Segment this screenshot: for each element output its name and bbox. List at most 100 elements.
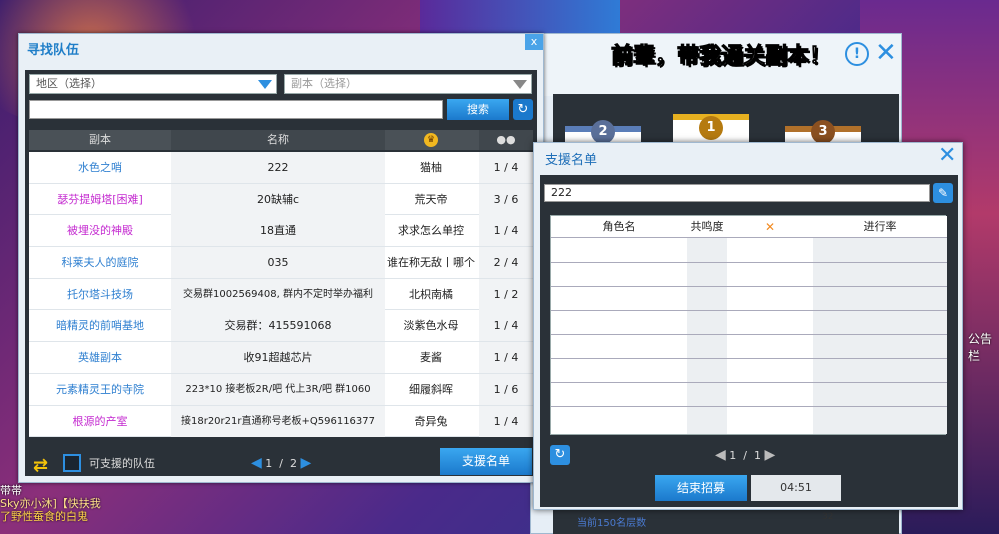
close-button[interactable]: x <box>525 34 543 50</box>
page-current: 1 <box>729 449 737 462</box>
supportable-checkbox[interactable] <box>63 454 81 472</box>
column-header-role: 角色名 <box>602 220 636 233</box>
rank-floor-value: 32 <box>822 512 834 522</box>
supportable-label: 可支援的队伍 <box>89 457 155 470</box>
team-name-cell: 收91超越芯片 <box>171 342 385 374</box>
region-dropdown[interactable]: 地区（选择） <box>29 74 277 94</box>
support-table: 角色名 共鸣度 ✕ 进行率 <box>550 215 947 435</box>
dungeon-cell: 托尔塔斗技场 <box>67 287 133 301</box>
support-list-window: 支援名单 ✕ 222 ✎ 角色名 共鸣度 ✕ 进行率 ↻ ◀ 1 / 1 ▶ 结… <box>533 142 963 510</box>
table-row[interactable]: 元素精灵王的寺院 223*10 接老板2R/吧 代上3R/吧 群1060 细履斜… <box>29 373 533 406</box>
end-recruit-button[interactable]: 结束招募 <box>655 475 747 501</box>
countdown-timer: 04:51 <box>751 475 841 501</box>
team-name-cell: 222 <box>171 152 385 183</box>
member-count-cell: 1 / 6 <box>479 373 533 405</box>
member-count-cell: 1 / 4 <box>479 310 533 342</box>
dungeon-cell: 水色之哨 <box>78 161 122 174</box>
column-band <box>687 238 727 434</box>
member-count-cell: 1 / 4 <box>479 215 533 247</box>
team-name-cell: 18直通 <box>171 215 385 247</box>
support-list-button[interactable]: 支援名单 <box>440 448 532 475</box>
leader-cell: 猫柚 <box>420 161 442 174</box>
prev-page-icon[interactable]: ◀ <box>251 455 262 471</box>
prev-page-icon[interactable]: ◀ <box>715 447 726 463</box>
chat-log: 带帯 Sky亦小沐]【快扶我 了野性蚕食的白鬼 <box>0 484 101 523</box>
search-input[interactable] <box>29 100 443 119</box>
team-name-cell: 035 <box>171 247 385 279</box>
team-name-cell: 交易群：415591068 <box>171 310 385 342</box>
dungeon-cell: 元素精灵王的寺院 <box>56 382 144 396</box>
dungeon-cell: 科莱夫人的庭院 <box>61 256 139 270</box>
next-page-icon[interactable]: ▶ <box>765 447 776 463</box>
dungeon-cell: 瑟芬提姆塔[困难] <box>57 192 143 206</box>
column-header-progress: 进行率 <box>863 220 897 233</box>
page-total: 1 <box>754 449 761 462</box>
dungeon-cell: 被埋没的神殿 <box>67 224 133 238</box>
table-row[interactable]: 水色之哨 222 猫柚 1 / 4 <box>29 152 533 184</box>
table-row <box>551 286 947 287</box>
edit-icon[interactable]: ✎ <box>933 183 953 203</box>
dungeon-dropdown[interactable]: 副本（选择） <box>284 74 532 94</box>
close-icon[interactable]: ✕ <box>875 40 897 66</box>
table-row <box>551 310 947 311</box>
table-row[interactable]: 科莱夫人的庭院 035 谁在称无敌丨哪个 2 / 4 <box>29 247 533 279</box>
pagination: ◀ 1 / 1 ▶ <box>715 447 775 463</box>
team-name-cell: 接18r20r21r直通称号老板+Q596116377 <box>171 405 385 437</box>
find-team-panel: 地区（选择） 副本（选择） 搜索 ↻ 副本 名称 ♛ ●● 水色之哨 222 猫… <box>25 70 537 476</box>
column-header-resonance: 共鸣度 <box>690 220 724 233</box>
window-title: 支援名单 <box>545 153 598 168</box>
team-name-cell: 交易群1002569408, 群内不定时举办福利 <box>171 278 385 310</box>
table-row[interactable]: 根源的产室 接18r20r21r直通称号老板+Q596116377 奇异兔 1 … <box>29 405 533 438</box>
close-icon[interactable]: ✕ <box>938 143 956 168</box>
page-separator: / <box>743 449 747 462</box>
table-row[interactable]: 托尔塔斗技场 交易群1002569408, 群内不定时举办福利 北枳南橘 1 /… <box>29 278 533 311</box>
pagination: ◀ 1 / 2 ▶ <box>251 455 311 471</box>
support-list-panel: 222 ✎ 角色名 共鸣度 ✕ 进行率 ↻ ◀ 1 / 1 ▶ 结束招募 04:… <box>540 175 958 507</box>
notice-board-text: 公告栏 <box>968 332 993 363</box>
rank-floor-text: 当前150名层数 <box>577 518 647 529</box>
table-row[interactable]: 被埋没的神殿 18直通 求求怎么单控 1 / 4 <box>29 215 533 248</box>
table-row <box>551 382 947 383</box>
member-count-cell: 1 / 2 <box>479 278 533 310</box>
chevron-down-icon <box>513 80 527 89</box>
region-dropdown-label: 地区（选择） <box>36 77 102 90</box>
member-count-cell: 2 / 4 <box>479 247 533 279</box>
leader-cell: 细履斜晖 <box>409 382 453 396</box>
name-field[interactable]: 222 <box>544 184 930 202</box>
refresh-icon[interactable]: ↻ <box>513 99 533 120</box>
leader-cell: 淡紫色水母 <box>403 319 459 333</box>
table-row[interactable]: 英雄副本 收91超越芯片 麦酱 1 / 4 <box>29 342 533 374</box>
chat-line: 带帯 <box>0 484 22 497</box>
dungeon-cell: 英雄副本 <box>78 351 122 365</box>
refresh-icon[interactable]: ↻ <box>550 445 570 465</box>
swap-refresh-icon[interactable]: ⇄ <box>33 455 53 476</box>
window-title: 寻找队伍 <box>27 43 80 58</box>
page-total: 2 <box>290 457 297 470</box>
leader-cell: 荒天帝 <box>414 192 448 206</box>
dungeon-cell: 根源的产室 <box>72 414 128 428</box>
rank-badge: 3 <box>811 120 835 144</box>
table-row[interactable]: 暗精灵的前哨基地 交易群：415591068 淡紫色水母 1 / 4 <box>29 310 533 343</box>
search-button[interactable]: 搜索 <box>447 99 509 120</box>
dungeon-cell: 暗精灵的前哨基地 <box>56 319 144 333</box>
star-icon: ✕ <box>764 220 776 234</box>
table-header: 角色名 共鸣度 ✕ 进行率 <box>551 216 947 238</box>
leader-cell: 奇异兔 <box>414 414 448 428</box>
mentor-banner: 前辈，带我通关副本！ <box>610 44 832 70</box>
rank-badge: 2 <box>591 120 615 144</box>
member-count-cell: 1 / 4 <box>479 152 533 183</box>
find-team-window: 寻找队伍 x 地区（选择） 副本（选择） 搜索 ↻ 副本 名称 ♛ ●● 水色之… <box>18 33 544 483</box>
page-current: 1 <box>265 457 273 470</box>
info-icon[interactable]: ! <box>845 42 869 66</box>
team-name-cell: 223*10 接老板2R/吧 代上3R/吧 群1060 <box>171 373 385 405</box>
member-count-cell: 3 / 6 <box>479 183 533 215</box>
table-row <box>551 334 947 335</box>
leader-cell: 谁在称无敌丨哪个 <box>387 256 475 270</box>
table-header: 副本 名称 ♛ ●● <box>29 130 533 150</box>
member-count-cell: 1 / 4 <box>479 342 533 374</box>
table-row[interactable]: 瑟芬提姆塔[困难] 20缺辅c 荒天帝 3 / 6 <box>29 183 533 216</box>
leader-crown-icon: ♛ <box>385 130 477 150</box>
next-page-icon[interactable]: ▶ <box>301 455 312 471</box>
team-list: 水色之哨 222 猫柚 1 / 4 瑟芬提姆塔[困难] 20缺辅c 荒天帝 3 … <box>29 152 533 438</box>
page-separator: / <box>279 457 283 470</box>
